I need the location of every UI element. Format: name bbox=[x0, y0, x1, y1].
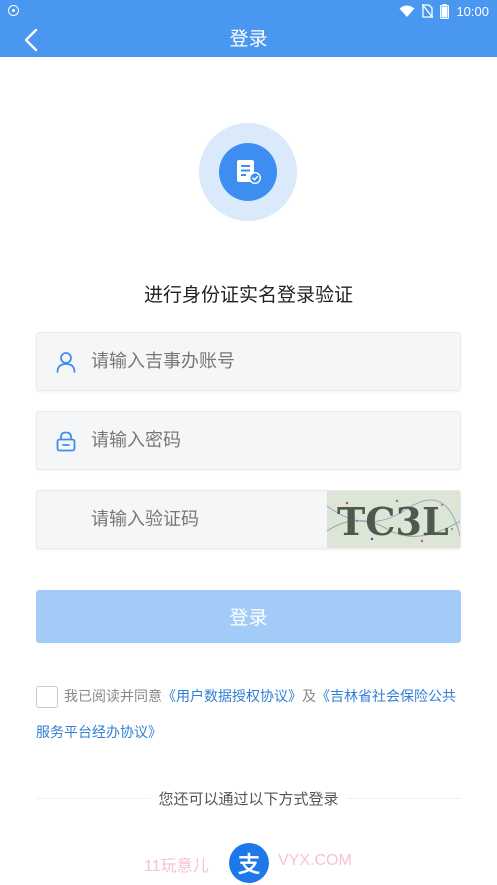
notification-icon bbox=[8, 5, 19, 16]
no-sim-icon bbox=[422, 4, 434, 18]
chevron-left-icon bbox=[24, 28, 38, 52]
captcha-graphic: TC3L bbox=[327, 491, 460, 548]
user-data-agreement-link[interactable]: 《用户数据授权协议》 bbox=[162, 689, 302, 705]
service-agreement-link-part2[interactable]: 服务平台经办协议》 bbox=[36, 725, 162, 741]
watermark-right: VYX.COM bbox=[278, 852, 352, 869]
agreement-prefix: 我已阅读并同意 bbox=[64, 689, 162, 705]
agreement-checkbox[interactable] bbox=[36, 686, 58, 708]
agreement-text: 我已阅读并同意《用户数据授权协议》及《吉林省社会保险公共 bbox=[64, 686, 474, 708]
account-field-container bbox=[36, 332, 461, 391]
app-logo bbox=[199, 123, 297, 221]
lock-icon bbox=[56, 431, 76, 452]
alt-login-label: 您还可以通过以下方式登录 bbox=[150, 790, 347, 808]
account-input[interactable] bbox=[91, 333, 351, 390]
agreement-text-line2: 服务平台经办协议》 bbox=[36, 722, 162, 744]
alipay-icon: 支 bbox=[237, 853, 260, 878]
nav-bar: 登录 bbox=[0, 22, 497, 57]
captcha-text: TC3L bbox=[337, 499, 449, 544]
password-input[interactable] bbox=[91, 412, 351, 469]
watermark-left: 11玩意儿 bbox=[144, 858, 209, 875]
login-button[interactable]: 登录 bbox=[36, 590, 461, 643]
service-agreement-link-part1[interactable]: 《吉林省社会保险公共 bbox=[316, 689, 456, 705]
user-icon bbox=[56, 352, 76, 373]
battery-icon bbox=[440, 3, 450, 19]
agreement-conj: 及 bbox=[302, 689, 316, 705]
clock: 10:00 bbox=[456, 3, 489, 19]
status-bar: 10:00 bbox=[0, 0, 497, 22]
alipay-login-button[interactable]: 支 bbox=[229, 843, 269, 883]
password-field-container bbox=[36, 411, 461, 470]
page-title: 登录 bbox=[229, 28, 268, 50]
back-button[interactable] bbox=[16, 25, 46, 55]
captcha-image[interactable]: TC3L bbox=[327, 491, 460, 548]
captcha-input[interactable] bbox=[91, 491, 351, 548]
wifi-icon bbox=[399, 5, 415, 17]
logo-badge bbox=[219, 143, 277, 201]
verified-document-icon bbox=[237, 160, 261, 184]
captcha-field-container: TC3L bbox=[36, 490, 461, 549]
alt-login-label-wrap: 您还可以通过以下方式登录 bbox=[0, 788, 497, 809]
status-icons: 10:00 bbox=[399, 2, 489, 20]
verification-subtitle: 进行身份证实名登录验证 bbox=[143, 284, 353, 306]
